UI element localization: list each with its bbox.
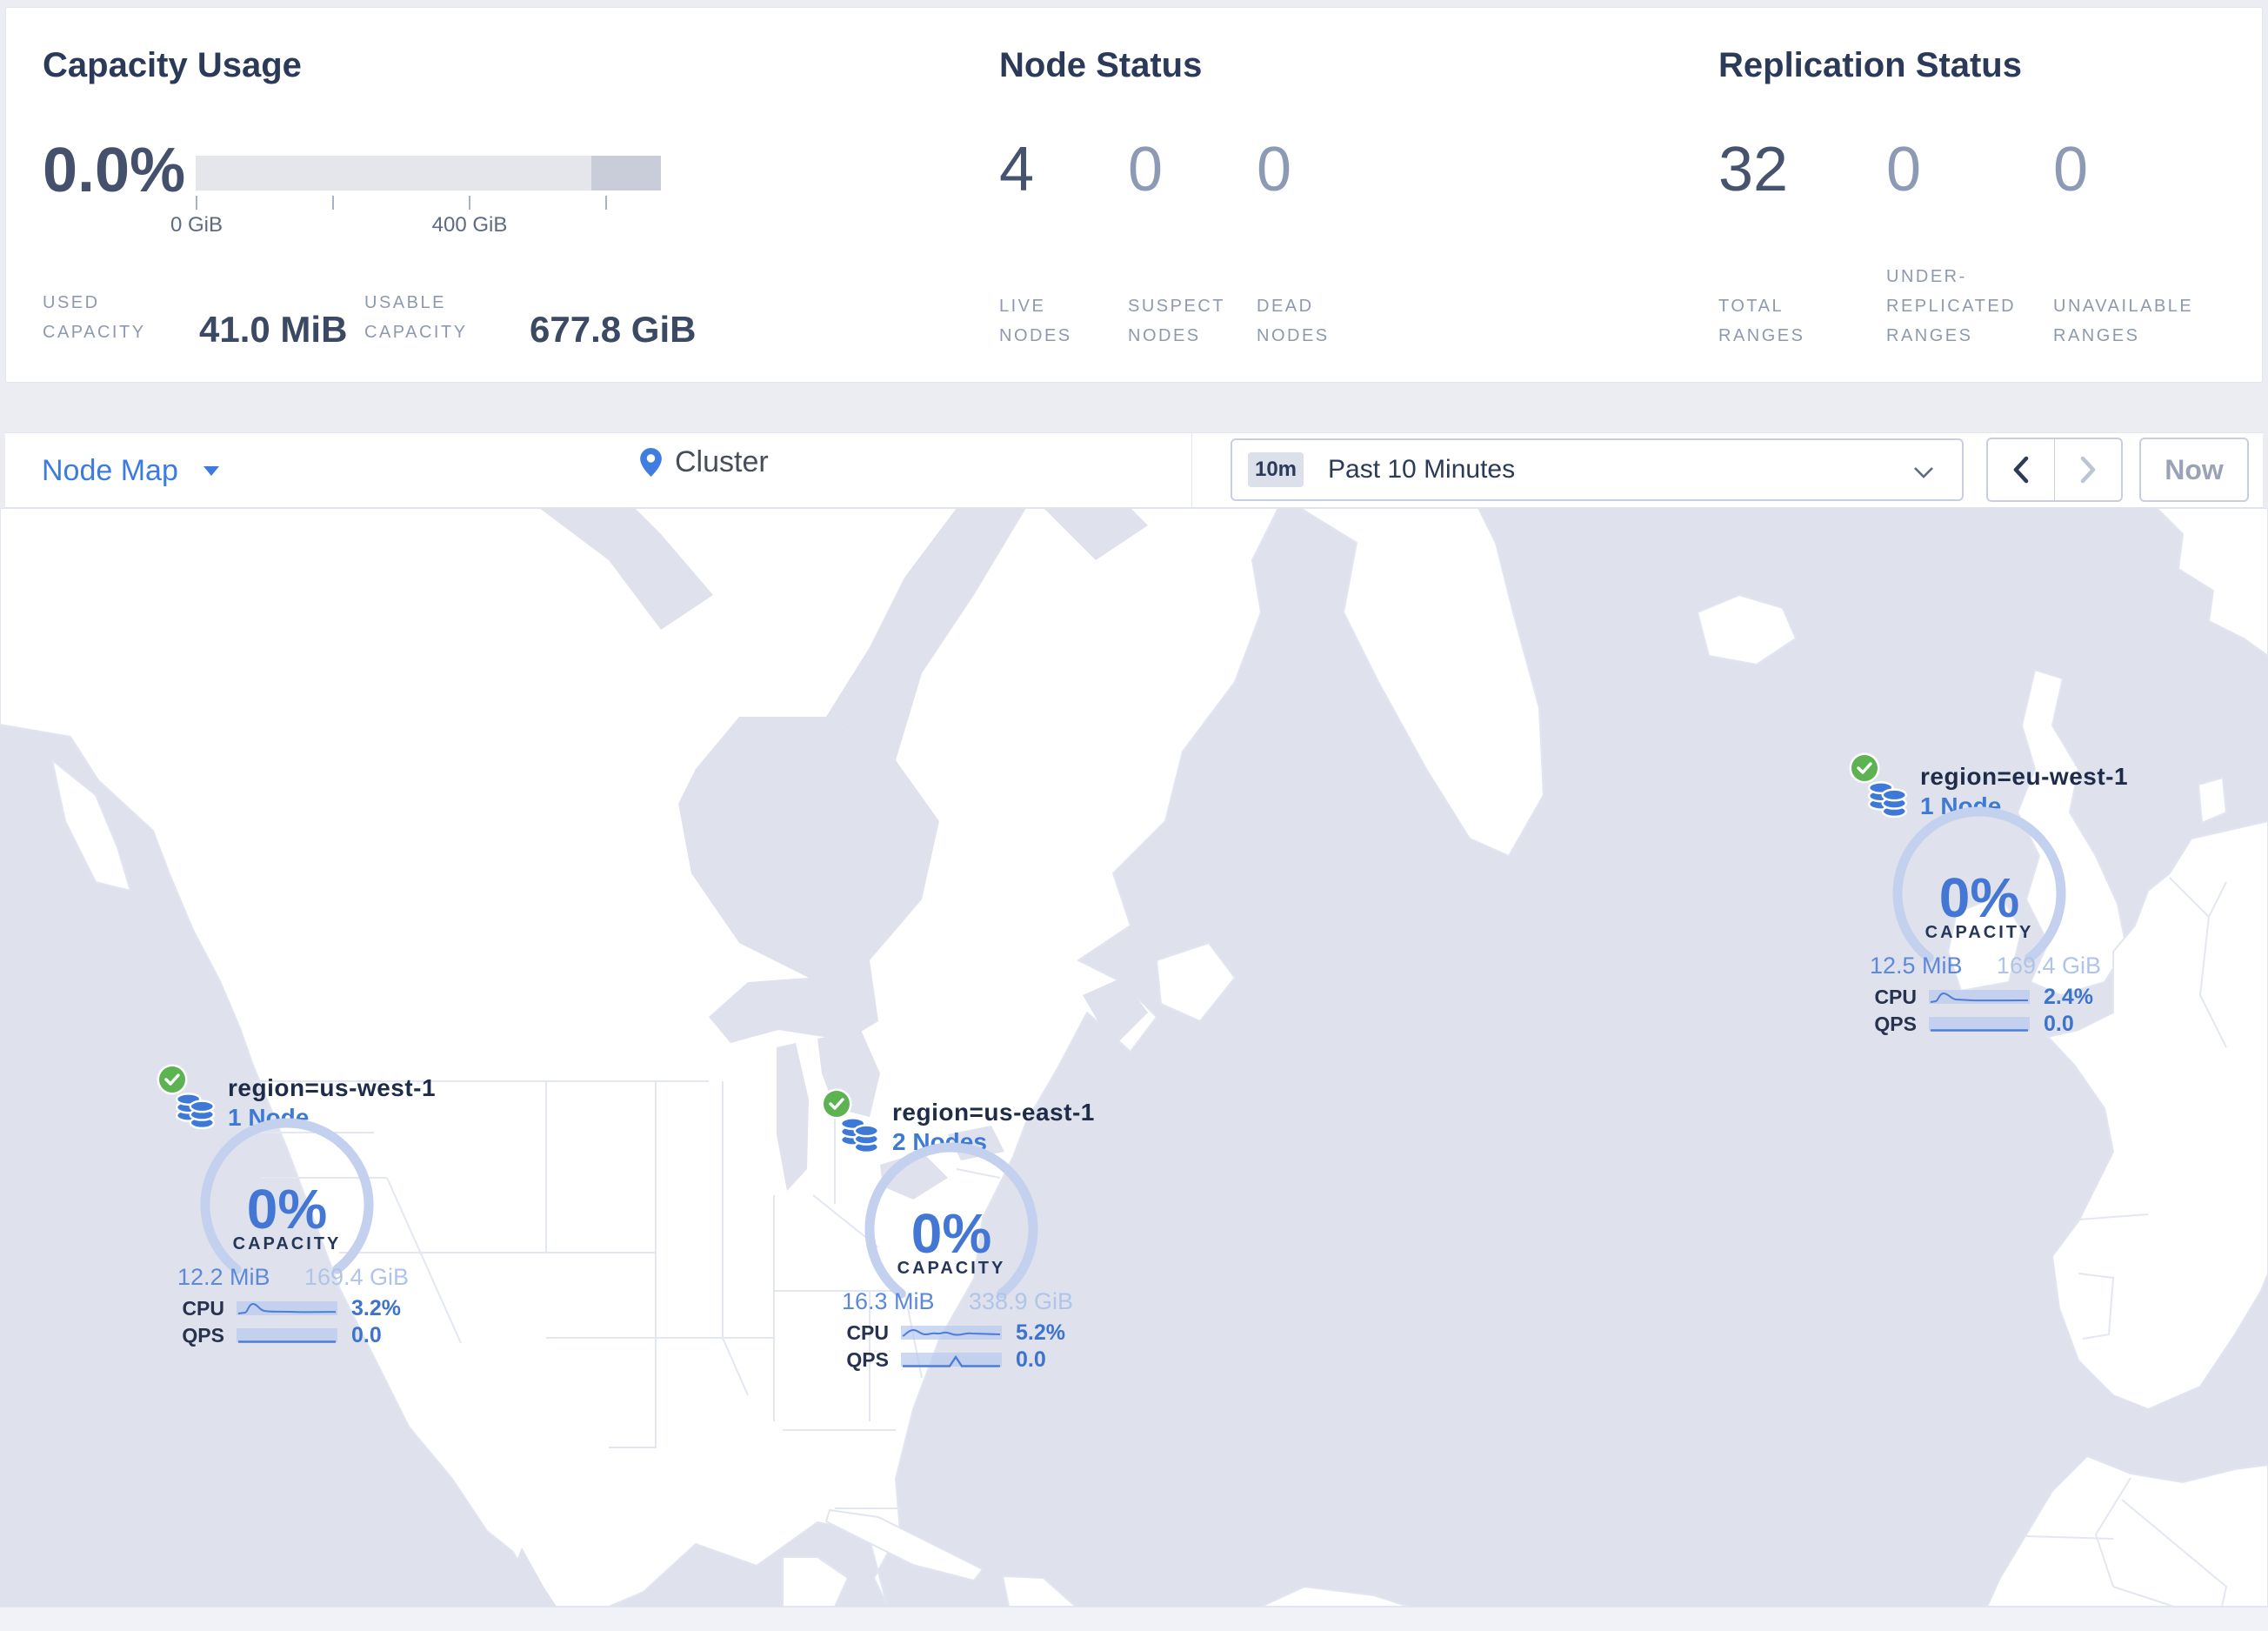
dead-nodes-count: 0 (1257, 135, 1292, 204)
bar-tick (196, 196, 197, 210)
capacity-values: 12.5 MiB 169.4 GiB (1870, 953, 2101, 979)
cpu-label: CPU (846, 1320, 889, 1344)
map-region-eu-west-1[interactable]: region=eu-west-1 1 Node 0% CAPACITY 12.5… (1849, 752, 2128, 1048)
capacity-percent: 0% (1938, 866, 2020, 929)
usable-capacity: 169.4 GiB (1996, 953, 2101, 979)
qps-sparkline (237, 1328, 337, 1343)
map-region-us-west-1[interactable]: region=us-west-1 1 Node 0% CAPACITY 12.2… (157, 1064, 436, 1360)
breadcrumb-label: Cluster (675, 445, 769, 478)
suspect-nodes-count: 0 (1128, 135, 1164, 204)
usable-capacity: 338.9 GiB (968, 1288, 1073, 1314)
replication-status-title: Replication Status (1718, 46, 2022, 84)
dead-nodes-label: DEAD NODES (1257, 297, 1330, 345)
cpu-sparkline (237, 1301, 337, 1315)
caret-down-icon (203, 465, 219, 476)
capacity-label: CAPACITY (1924, 923, 2034, 942)
time-prev-button[interactable] (1988, 439, 2055, 500)
chevron-left-icon (2013, 456, 2029, 484)
qps-sparkline (1929, 1017, 2030, 1032)
toolbar-divider (1191, 433, 1192, 507)
region-label: region=us-east-1 (892, 1099, 1095, 1126)
region-label: region=eu-west-1 (1920, 763, 2129, 790)
used-capacity: 12.5 MiB (1870, 953, 1963, 979)
time-range-badge: 10m (1248, 452, 1304, 487)
time-nav-group (1986, 438, 2123, 502)
under-replicated-ranges-count: 0 (1886, 135, 1922, 204)
capacity-bar-reserved-segment (591, 156, 661, 191)
capacity-usage-percent: 0.0% (43, 136, 186, 205)
live-nodes-label: LIVE NODES (999, 297, 1072, 345)
cpu-value: 2.4% (2044, 984, 2093, 1009)
location-pin-icon (640, 448, 662, 477)
cpu-label: CPU (182, 1296, 224, 1320)
map-footer-strip (0, 1607, 2268, 1631)
now-button[interactable]: Now (2139, 438, 2249, 502)
capacity-label: CAPACITY (232, 1234, 342, 1253)
bar-tick-label-0: 0 GiB (170, 213, 223, 237)
breadcrumb-cluster[interactable]: Cluster (639, 445, 769, 479)
capacity-values: 16.3 MiB 338.9 GiB (842, 1288, 1073, 1315)
chevron-down-icon (1914, 467, 1933, 478)
bar-tick (332, 196, 334, 210)
cpu-label: CPU (1874, 985, 1917, 1008)
map-toolbar: Node Map Cluster 10m Past 10 Minutes Now (5, 432, 2263, 508)
qps-value: 0.0 (351, 1322, 382, 1347)
node-status-title: Node Status (999, 46, 1203, 84)
view-selector-node-map[interactable]: Node Map (42, 451, 220, 491)
world-map (0, 507, 2268, 1608)
used-capacity: 12.2 MiB (177, 1264, 270, 1290)
unavailable-ranges-count: 0 (2053, 135, 2089, 204)
region-label: region=us-west-1 (228, 1074, 437, 1101)
usable-capacity-label: USABLE CAPACITY (364, 293, 468, 342)
map-region-us-east-1[interactable]: region=us-east-1 2 Nodes 0% CAPACITY 16.… (821, 1088, 1094, 1384)
live-nodes-count: 4 (999, 135, 1035, 204)
used-capacity-label: USED CAPACITY (43, 293, 146, 342)
used-capacity: 16.3 MiB (842, 1288, 935, 1314)
capacity-usage-title: Capacity Usage (43, 46, 302, 84)
qps-sparkline (901, 1353, 1002, 1367)
capacity-percent: 0% (911, 1202, 992, 1265)
usable-capacity-value: 677.8 GiB (530, 309, 697, 350)
node-map-canvas[interactable] (0, 507, 2268, 1608)
capacity-label: CAPACITY (897, 1259, 1006, 1278)
view-selector-label: Node Map (42, 453, 178, 487)
total-ranges-label: TOTAL RANGES (1718, 297, 1805, 345)
cluster-summary-panel: Capacity Usage 0.0% 0 GiB 400 GiB USED C… (5, 7, 2263, 383)
qps-label: QPS (1874, 1012, 1917, 1035)
cpu-sparkline (901, 1326, 1002, 1340)
qps-value: 0.0 (1016, 1347, 1046, 1372)
qps-value: 0.0 (2044, 1011, 2074, 1036)
usable-capacity: 169.4 GiB (304, 1264, 409, 1290)
qps-label: QPS (182, 1323, 224, 1347)
capacity-values: 12.2 MiB 169.4 GiB (177, 1264, 409, 1291)
total-ranges-count: 32 (1718, 135, 1789, 204)
time-range-label: Past 10 Minutes (1328, 455, 1516, 484)
qps-label: QPS (846, 1347, 889, 1371)
cpu-value: 3.2% (351, 1295, 401, 1320)
bar-tick (605, 196, 607, 210)
time-next-button[interactable] (2055, 439, 2122, 500)
cpu-value: 5.2% (1016, 1320, 1065, 1345)
capacity-percent: 0% (246, 1178, 328, 1240)
bar-tick (469, 196, 470, 210)
chevron-right-icon (2080, 456, 2096, 484)
capacity-usage-bar (196, 156, 661, 191)
under-replicated-ranges-label: UNDER-REPLICATED RANGES (1886, 267, 2017, 345)
suspect-nodes-label: SUSPECT NODES (1128, 297, 1225, 345)
used-capacity-value: 41.0 MiB (199, 309, 348, 350)
bar-tick-label-400: 400 GiB (431, 213, 508, 237)
unavailable-ranges-label: UNAVAILABLE RANGES (2053, 297, 2194, 345)
cpu-sparkline (1929, 990, 2030, 1004)
time-range-selector[interactable]: 10m Past 10 Minutes (1231, 438, 1964, 501)
